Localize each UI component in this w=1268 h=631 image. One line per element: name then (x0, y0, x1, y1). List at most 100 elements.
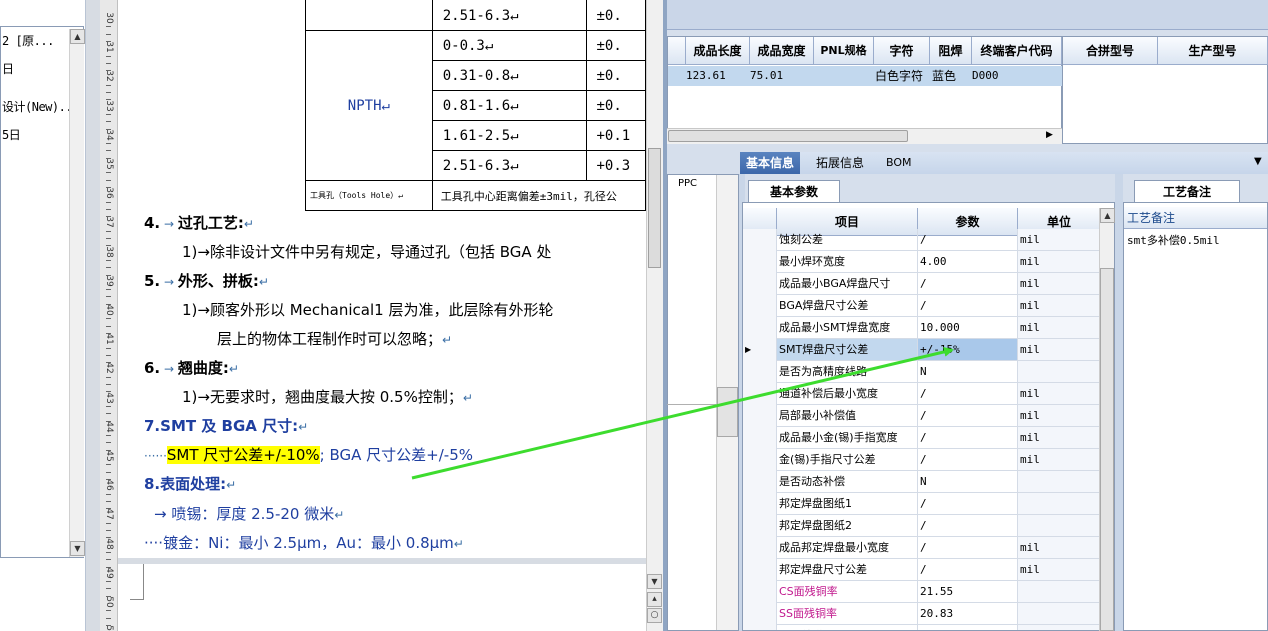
param-value[interactable]: N (918, 361, 1018, 382)
param-unit[interactable] (1018, 581, 1101, 602)
param-unit[interactable]: mil (1018, 251, 1101, 272)
column-header[interactable]: 生产型号 (1158, 37, 1268, 65)
row-selector[interactable] (743, 251, 777, 273)
tab-process-note[interactable]: 工艺备注 (1134, 180, 1240, 202)
param-unit[interactable]: mil (1018, 405, 1101, 426)
param-unit[interactable]: mil (1018, 273, 1101, 294)
param-unit[interactable]: mil (1018, 383, 1101, 404)
tree-item[interactable]: 5日 (2, 126, 21, 143)
row-selector[interactable] (743, 471, 777, 493)
table-row[interactable]: 金(锡)手指尺寸公差 / mil (743, 449, 1101, 471)
param-item[interactable]: 成品最小BGA焊盘尺寸 (777, 273, 918, 294)
table-row[interactable]: 是否动态补偿 N (743, 471, 1101, 493)
param-unit[interactable]: mil (1018, 295, 1101, 316)
grid-cell[interactable]: D000 (972, 66, 999, 86)
row-selector[interactable] (743, 559, 777, 581)
document-page[interactable]: 2.51-6.3↵ ±0. NPTH↵ 0-0.3↵ ±0. 0.31-0.8↵… (118, 0, 646, 631)
table-row[interactable]: 邦定焊盘图纸2/ (743, 515, 1101, 537)
table-row[interactable]: 邦定焊盘图纸1/ (743, 493, 1101, 515)
param-item[interactable]: 通道补偿后最小宽度 (777, 383, 918, 404)
select-browse-icon[interactable]: ○ (647, 608, 662, 623)
param-item[interactable]: 成品邦定焊盘最小宽度 (777, 537, 918, 558)
ppc-scroll-thumb[interactable] (717, 387, 738, 437)
params-scroll-thumb[interactable] (1100, 268, 1114, 631)
param-item[interactable]: 金(锡)手指尺寸公差 (777, 449, 918, 470)
param-value[interactable]: / (918, 229, 1018, 250)
tree-scrollbar[interactable]: ▲ ▼ (69, 29, 85, 557)
param-item[interactable]: 成品最小金(锡)手指宽度 (777, 427, 918, 448)
param-item[interactable]: CS面残铜率 (777, 581, 918, 602)
table-row[interactable]: 邦定焊盘尺寸公差 / mil (743, 559, 1101, 581)
param-unit[interactable] (1018, 471, 1101, 492)
param-value[interactable]: / (918, 537, 1018, 558)
table-row[interactable]: SS面残铜率 20.83 (743, 603, 1101, 625)
grid-cell[interactable]: 75.01 (750, 66, 783, 86)
row-selector[interactable] (743, 317, 777, 339)
param-unit[interactable]: mil (1018, 317, 1101, 338)
row-selector[interactable] (743, 449, 777, 471)
tree-view[interactable]: 2 [原... 日 设计(New)... 5日 ▲ ▼ (0, 26, 85, 558)
param-unit[interactable]: mil (1018, 427, 1101, 448)
row-selector[interactable] (743, 273, 777, 295)
row-selector[interactable] (743, 603, 777, 625)
table-row[interactable]: 最小焊环宽度 4.00 mil (743, 251, 1101, 273)
param-unit[interactable] (1018, 361, 1101, 382)
document-scroll-thumb[interactable] (648, 148, 661, 268)
param-item[interactable]: 局部最小补偿值 (777, 405, 918, 426)
process-note-panel[interactable] (1123, 202, 1268, 631)
param-value[interactable]: / (918, 295, 1018, 316)
param-item[interactable]: 最小焊环宽度 (777, 251, 918, 272)
params-scrollbar[interactable]: ▲ (1099, 208, 1115, 631)
scroll-up-icon[interactable]: ▲ (70, 29, 85, 44)
table-row[interactable]: 局部最小补偿值 / mil (743, 405, 1101, 427)
param-unit[interactable]: mil (1018, 559, 1101, 580)
table-row[interactable]: CS面残铜率 21.55 (743, 581, 1101, 603)
column-header[interactable]: 终端客户代码 (972, 37, 1062, 65)
param-value[interactable]: / (918, 383, 1018, 404)
document-scrollbar[interactable]: ▼ ▴ ○ (646, 0, 663, 631)
param-item[interactable]: 邦定焊盘图纸2 (777, 515, 918, 536)
tab-extended-info[interactable]: 拓展信息 (810, 152, 870, 174)
column-header[interactable]: 成品长度 (686, 37, 750, 65)
table-row[interactable]: BGA焊盘尺寸公差 / mil (743, 295, 1101, 317)
ppc-scrollbar[interactable] (716, 175, 738, 630)
column-header[interactable]: 字符 (874, 37, 930, 65)
process-note-text[interactable]: smt多补偿0.5mil (1127, 232, 1220, 248)
param-unit[interactable]: mil (1018, 537, 1101, 558)
row-selector[interactable] (743, 361, 777, 383)
param-value[interactable] (918, 625, 1018, 630)
param-item[interactable]: 蚀刻公差 (777, 229, 918, 250)
tab-basic-info[interactable]: 基本信息 (740, 152, 801, 174)
table-row[interactable]: 是否为高精度线路 N (743, 361, 1101, 383)
column-header[interactable]: 合拼型号 (1063, 37, 1158, 65)
table-row[interactable]: ▶ SMT焊盘尺寸公差 +/-15% mil (743, 339, 1101, 361)
param-value[interactable]: 20.83 (918, 603, 1018, 624)
row-selector[interactable] (743, 581, 777, 603)
param-value[interactable]: / (918, 427, 1018, 448)
row-selector[interactable] (743, 537, 777, 559)
param-value[interactable]: / (918, 515, 1018, 536)
tree-item[interactable]: 设计(New)... (2, 98, 79, 115)
param-item[interactable]: 是否为高精度线路 (777, 361, 918, 382)
row-selector[interactable] (743, 493, 777, 515)
param-value[interactable]: N (918, 471, 1018, 492)
param-unit[interactable] (1018, 603, 1101, 624)
panel-collapse-bar[interactable] (1115, 174, 1123, 631)
row-selector[interactable] (743, 427, 777, 449)
column-header[interactable]: PNL规格 (814, 37, 874, 65)
param-item[interactable]: 是否动态补偿 (777, 471, 918, 492)
table-row[interactable]: 通道补偿后最小宽度 / mil (743, 383, 1101, 405)
scroll-down-icon[interactable]: ▼ (647, 574, 662, 589)
row-selector[interactable] (743, 229, 777, 251)
param-item[interactable]: SS面残铜率 (777, 603, 918, 624)
column-header[interactable]: 成品宽度 (750, 37, 814, 65)
param-item[interactable]: SMT焊盘尺寸公差 (777, 339, 918, 360)
scroll-right-icon[interactable]: ▶ (1046, 130, 1053, 140)
row-selector[interactable] (743, 515, 777, 537)
table-row[interactable] (668, 66, 1062, 86)
param-value[interactable]: 10.000 (918, 317, 1018, 338)
table-row[interactable]: 是否关联... (743, 625, 1101, 630)
param-value[interactable]: 4.00 (918, 251, 1018, 272)
param-unit[interactable] (1018, 515, 1101, 536)
table-row[interactable]: 成品邦定焊盘最小宽度 / mil (743, 537, 1101, 559)
